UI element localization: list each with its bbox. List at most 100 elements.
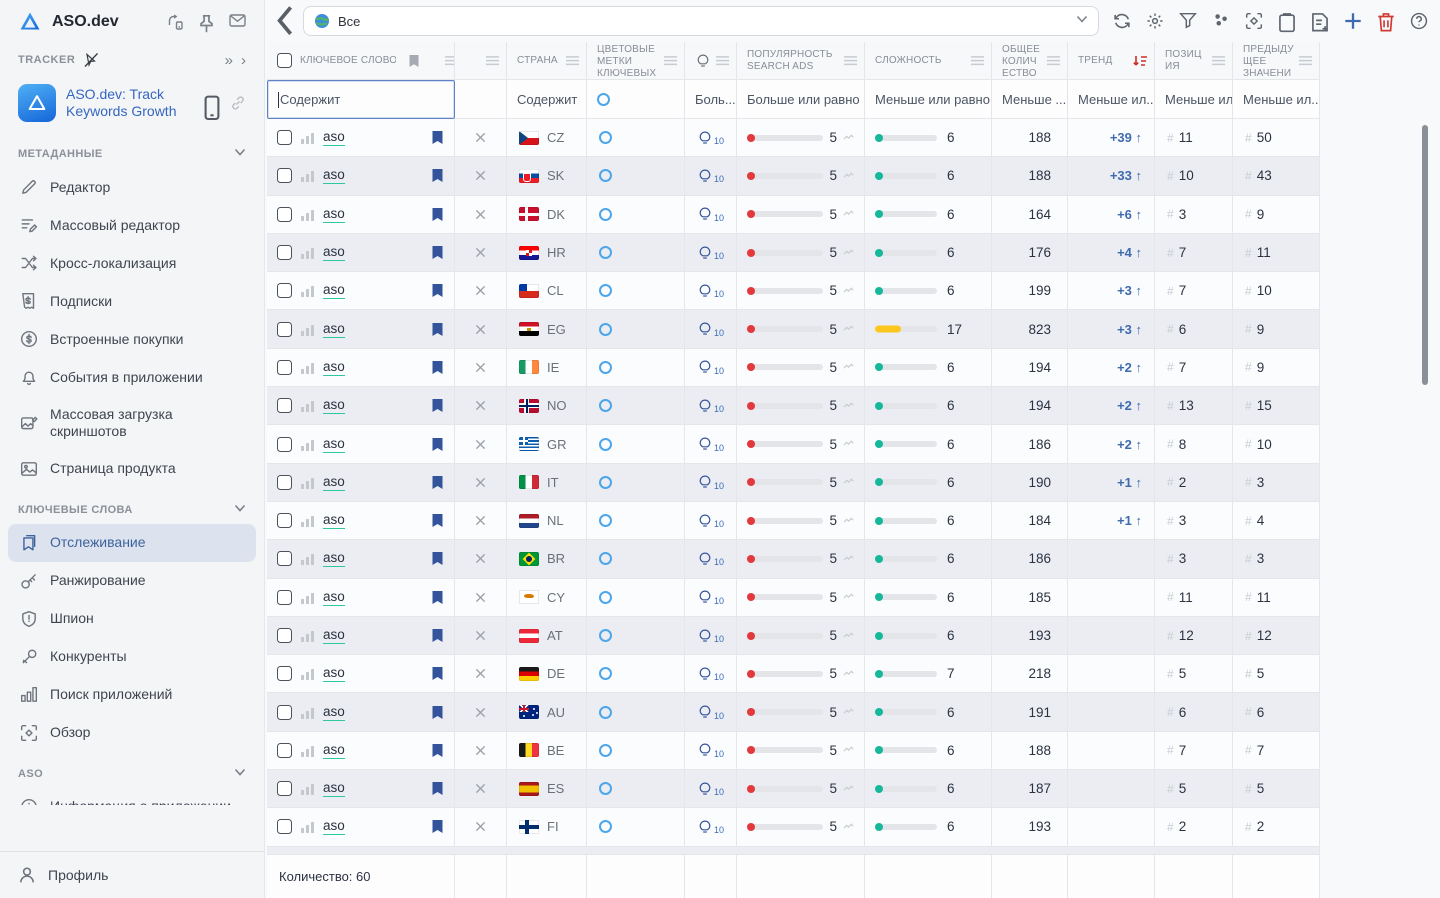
- row-checkbox[interactable]: [277, 437, 292, 452]
- row-checkbox[interactable]: [277, 781, 292, 796]
- bookmark-icon[interactable]: [431, 705, 444, 720]
- header-total[interactable]: ОБЩЕЕ КОЛИЧЕСТВО: [992, 42, 1068, 80]
- keyword-link[interactable]: aso: [323, 665, 345, 682]
- sparkline-icon[interactable]: [843, 363, 856, 371]
- color-circle-icon[interactable]: [597, 93, 610, 106]
- sparkline-icon[interactable]: [843, 670, 856, 678]
- color-label-circle[interactable]: [599, 284, 612, 297]
- trend-filter[interactable]: Меньше ил...: [1068, 80, 1155, 119]
- keyword-link[interactable]: aso: [323, 321, 345, 338]
- row-checkbox[interactable]: [277, 475, 292, 490]
- suggestions-filter[interactable]: Боль...: [685, 80, 737, 119]
- header-suggestions[interactable]: [685, 42, 737, 80]
- header-color-labels[interactable]: ЦВЕТОВЫЕ МЕТКИ КЛЮЧЕВЫХ: [587, 42, 685, 80]
- bookmark-icon[interactable]: [431, 360, 444, 375]
- keyword-link[interactable]: aso: [323, 244, 345, 261]
- chart-bars-icon[interactable]: [300, 361, 315, 374]
- chart-bars-icon[interactable]: [300, 667, 315, 680]
- keyword-link[interactable]: aso: [323, 436, 345, 453]
- sparkline-icon[interactable]: [843, 632, 856, 640]
- bookmark-icon[interactable]: [431, 245, 444, 260]
- suggestions-bulb-icon[interactable]: [697, 474, 713, 490]
- remove-keyword-icon[interactable]: [475, 439, 486, 450]
- color-label-circle[interactable]: [599, 476, 612, 489]
- keyword-link[interactable]: aso: [323, 282, 345, 299]
- suggestions-bulb-icon[interactable]: [697, 666, 713, 682]
- chart-bars-icon[interactable]: [300, 169, 315, 182]
- sidebar-item-profile[interactable]: Профиль: [0, 851, 264, 898]
- bookmark-icon[interactable]: [431, 590, 444, 605]
- back-button[interactable]: [273, 10, 295, 32]
- remove-keyword-icon[interactable]: [475, 400, 486, 411]
- position-filter[interactable]: Меньше ил...: [1155, 80, 1233, 119]
- remove-keyword-icon[interactable]: [475, 821, 486, 832]
- chart-bars-icon[interactable]: [300, 552, 315, 565]
- color-label-circle[interactable]: [599, 361, 612, 374]
- sort-desc-icon[interactable]: [1132, 54, 1148, 68]
- keyword-link[interactable]: aso: [323, 167, 345, 184]
- sidebar-item[interactable]: Кросс-локализация: [8, 244, 256, 282]
- bookmark-icon[interactable]: [431, 819, 444, 834]
- remove-keyword-icon[interactable]: [475, 362, 486, 373]
- suggestions-bulb-icon[interactable]: [697, 283, 713, 299]
- suggestions-bulb-icon[interactable]: [697, 398, 713, 414]
- chart-bars-icon[interactable]: [300, 323, 315, 336]
- chart-bars-icon[interactable]: [300, 246, 315, 259]
- header-country[interactable]: СТРАНА: [507, 42, 587, 80]
- bookmark-icon[interactable]: [431, 743, 444, 758]
- column-menu-icon[interactable]: [843, 55, 858, 67]
- remove-keyword-icon[interactable]: [475, 630, 486, 641]
- header-previous[interactable]: ПРЕДЫДУЩЕЕ ЗНАЧЕНИЕ: [1233, 42, 1320, 80]
- keyword-link[interactable]: aso: [323, 589, 345, 606]
- keyword-link[interactable]: aso: [323, 818, 345, 835]
- settings-gear-icon[interactable]: [1146, 12, 1164, 30]
- color-label-circle[interactable]: [599, 438, 612, 451]
- chart-bars-icon[interactable]: [300, 131, 315, 144]
- sidebar-item[interactable]: Редактор: [8, 168, 256, 206]
- sparkline-icon[interactable]: [843, 555, 856, 563]
- select-all-checkbox[interactable]: [277, 53, 292, 68]
- country-selector[interactable]: Все: [303, 6, 1099, 36]
- column-menu-icon[interactable]: [715, 55, 730, 67]
- sidebar-item[interactable]: Конкуренты: [8, 638, 256, 676]
- row-checkbox[interactable]: [277, 705, 292, 720]
- export-report-icon[interactable]: [1311, 12, 1329, 30]
- sparkline-icon[interactable]: [843, 708, 856, 716]
- suggestions-bulb-icon[interactable]: [697, 130, 713, 146]
- section-header-1[interactable]: КЛЮЧЕВЫЕ СЛОВА: [0, 488, 264, 524]
- color-label-circle[interactable]: [599, 399, 612, 412]
- device-phone-icon[interactable]: [204, 95, 220, 111]
- remove-keyword-icon[interactable]: [475, 783, 486, 794]
- tracked-app-name[interactable]: ASO.dev: Track Keywords Growth: [66, 86, 194, 121]
- bookmark-icon[interactable]: [431, 628, 444, 643]
- color-label-circle[interactable]: [599, 782, 612, 795]
- row-checkbox[interactable]: [277, 322, 292, 337]
- column-menu-icon[interactable]: [970, 55, 985, 67]
- keyword-link[interactable]: aso: [323, 206, 345, 223]
- suggestions-bulb-icon[interactable]: [697, 321, 713, 337]
- remove-keyword-icon[interactable]: [475, 745, 486, 756]
- sparkline-icon[interactable]: [843, 823, 856, 831]
- column-menu-icon[interactable]: [663, 55, 678, 67]
- chart-bars-icon[interactable]: [300, 629, 315, 642]
- sidebar-item[interactable]: Отслеживание: [8, 524, 256, 562]
- sync-app-icon[interactable]: [167, 14, 184, 31]
- sparkline-icon[interactable]: [843, 287, 856, 295]
- keyword-link[interactable]: aso: [323, 359, 345, 376]
- chart-bars-icon[interactable]: [300, 284, 315, 297]
- sparkline-icon[interactable]: [843, 746, 856, 754]
- column-menu-icon[interactable]: [1046, 55, 1061, 67]
- remove-keyword-icon[interactable]: [475, 132, 486, 143]
- header-keyword[interactable]: КЛЮЧЕВОЕ СЛОВО: [267, 42, 455, 80]
- header-trend[interactable]: ТРЕНД: [1068, 42, 1155, 80]
- filter-funnel-icon[interactable]: [1179, 12, 1197, 30]
- color-label-circle[interactable]: [599, 591, 612, 604]
- sparkline-icon[interactable]: [843, 210, 856, 218]
- sparkline-icon[interactable]: [843, 478, 856, 486]
- link-icon[interactable]: [230, 95, 246, 111]
- sidebar-item[interactable]: Массовая загрузка скриншотов: [8, 396, 256, 450]
- sparkline-icon[interactable]: [843, 785, 856, 793]
- sparkline-icon[interactable]: [843, 402, 856, 410]
- remove-keyword-icon[interactable]: [475, 477, 486, 488]
- expand-panel-icon[interactable]: ›: [241, 53, 246, 68]
